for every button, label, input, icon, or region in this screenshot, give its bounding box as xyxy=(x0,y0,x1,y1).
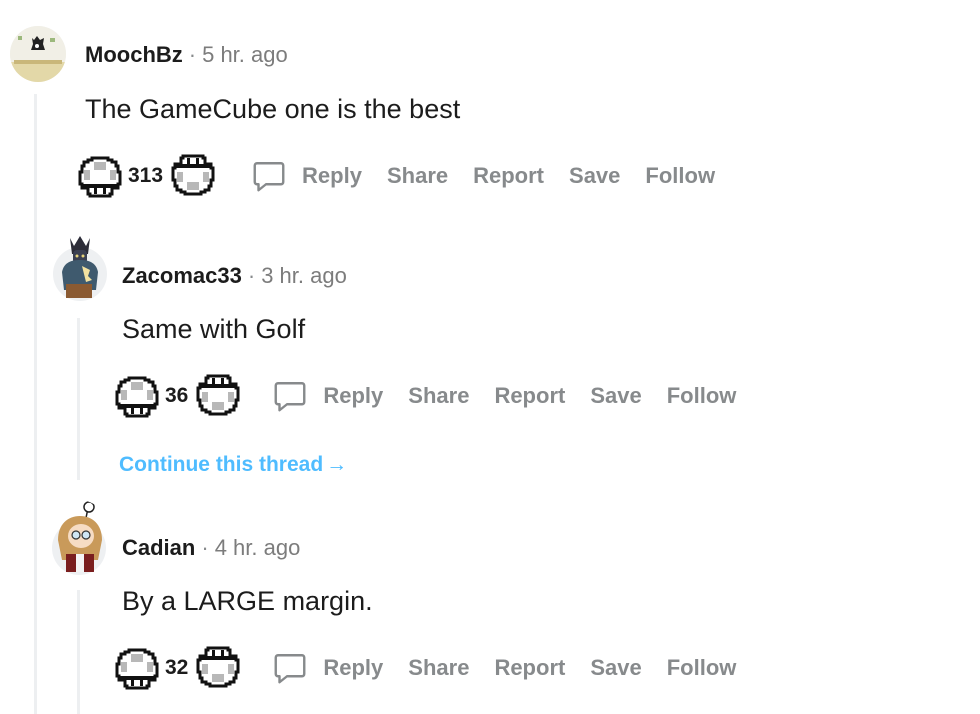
report-button[interactable]: Report xyxy=(494,655,565,681)
upvote-icon[interactable] xyxy=(113,372,161,420)
author-name[interactable]: Zacomac33 xyxy=(122,263,242,288)
follow-button[interactable]: Follow xyxy=(667,655,737,681)
comment-body: By a LARGE margin. xyxy=(122,586,373,616)
comment-actions: 313 Reply Share Report Save Follow xyxy=(76,152,740,200)
timestamp[interactable]: 5 hr. ago xyxy=(202,42,288,67)
comment-meta: Zacomac33 · 3 hr. ago xyxy=(122,265,347,287)
meta-separator: · xyxy=(188,42,197,67)
avatar[interactable] xyxy=(50,500,108,576)
save-button[interactable]: Save xyxy=(590,655,641,681)
share-button[interactable]: Share xyxy=(408,655,469,681)
meta-separator: · xyxy=(201,535,209,560)
timestamp[interactable]: 3 hr. ago xyxy=(261,263,347,288)
save-button[interactable]: Save xyxy=(590,383,641,409)
save-button[interactable]: Save xyxy=(569,163,620,189)
downvote-icon[interactable] xyxy=(194,644,242,692)
upvote-icon[interactable] xyxy=(113,644,161,692)
comment-actions: 36 Reply Share Report Save Follow xyxy=(113,372,761,420)
chat-bubble-icon xyxy=(272,378,308,414)
comment-body: The GameCube one is the best xyxy=(85,94,461,124)
vote-score: 32 xyxy=(165,656,189,679)
reply-button[interactable]: Reply xyxy=(272,650,383,686)
avatar[interactable] xyxy=(52,232,108,302)
author-name[interactable]: MoochBz xyxy=(85,42,183,67)
reply-label: Reply xyxy=(323,383,384,408)
reply-button[interactable]: Reply xyxy=(251,158,362,194)
timestamp[interactable]: 4 hr. ago xyxy=(215,535,301,560)
vote-score: 36 xyxy=(165,384,189,407)
share-button[interactable]: Share xyxy=(408,383,469,409)
comment-meta: Cadian · 4 hr. ago xyxy=(122,537,300,559)
downvote-icon[interactable] xyxy=(194,372,242,420)
share-button[interactable]: Share xyxy=(387,163,448,189)
upvote-icon[interactable] xyxy=(76,152,124,200)
report-button[interactable]: Report xyxy=(494,383,565,409)
author-name[interactable]: Cadian xyxy=(122,535,195,560)
avatar[interactable] xyxy=(10,26,66,82)
thread-line-child-2[interactable] xyxy=(77,590,80,714)
chat-bubble-icon xyxy=(251,158,287,194)
follow-button[interactable]: Follow xyxy=(645,163,715,189)
comment-meta: MoochBz · 5 hr. ago xyxy=(85,44,288,66)
comment-actions: 32 Reply Share Report Save Follow xyxy=(113,644,761,692)
comment-body: Same with Golf xyxy=(122,314,306,344)
thread-line-root[interactable] xyxy=(34,94,37,714)
report-button[interactable]: Report xyxy=(473,163,544,189)
vote-score: 313 xyxy=(128,164,164,187)
continue-thread-label: Continue this thread xyxy=(119,453,324,476)
arrow-right-icon: → xyxy=(326,453,348,476)
downvote-icon[interactable] xyxy=(169,152,217,200)
continue-thread-link[interactable]: Continue this thread → xyxy=(119,453,347,477)
chat-bubble-icon xyxy=(272,650,308,686)
reply-button[interactable]: Reply xyxy=(272,378,383,414)
reply-label: Reply xyxy=(302,163,362,188)
thread-line-child-1[interactable] xyxy=(77,318,80,480)
meta-separator: · xyxy=(247,263,256,288)
reply-label: Reply xyxy=(323,655,384,680)
follow-button[interactable]: Follow xyxy=(667,383,737,409)
